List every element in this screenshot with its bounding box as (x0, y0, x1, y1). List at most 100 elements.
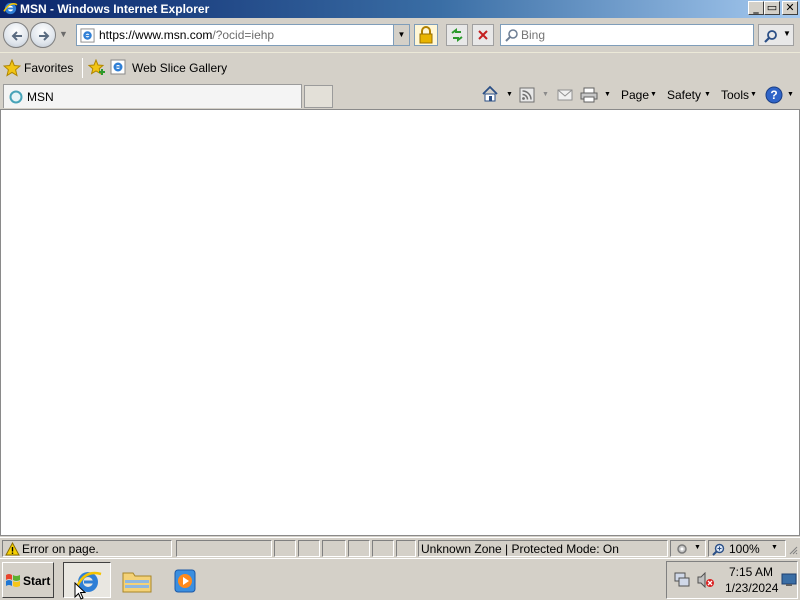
search-box[interactable] (500, 24, 754, 46)
safety-menu-button[interactable]: Safety ▼ (666, 85, 714, 105)
network-icon[interactable] (673, 572, 691, 588)
printer-icon (580, 87, 598, 103)
back-button[interactable] (3, 22, 29, 48)
url-domain: www.msn.com (135, 28, 213, 42)
add-to-favorites-bar-icon[interactable] (88, 59, 106, 77)
forward-button[interactable] (30, 22, 56, 48)
web-slice-page-icon (110, 59, 126, 75)
status-panel (274, 540, 296, 557)
recent-pages-dropdown-icon[interactable]: ▼ (59, 29, 68, 39)
favorites-bar: Favorites Web Slice Gallery (0, 52, 800, 82)
navigation-bar: ▼ https://www.msn.com/?ocid=iehp ▼ Bing … (0, 18, 800, 52)
tab-row: MSN ▼ ▼ ▼ Page ▼ Safety ▼ Tools ▼ ? ▼ (0, 82, 800, 109)
safety-dropdown-icon: ▼ (704, 91, 711, 98)
search-options-dropdown-icon[interactable]: ▼ (783, 29, 791, 38)
folder-icon (122, 572, 152, 593)
url-path: /?ocid=iehp (212, 28, 275, 42)
tools-dropdown-icon: ▼ (750, 91, 757, 98)
print-dropdown-icon[interactable]: ▼ (604, 91, 611, 98)
title-bar[interactable]: MSN - Windows Internet Explorer _ ▭ ✕ (0, 0, 800, 18)
favorites-separator (82, 58, 83, 78)
home-button[interactable]: ▼ (481, 85, 515, 105)
help-icon: ? (765, 86, 783, 104)
security-zone-panel[interactable]: Unknown Zone | Protected Mode: On (418, 540, 668, 557)
page-menu-label: Page (621, 88, 650, 102)
home-icon (482, 85, 498, 102)
clock-date[interactable]: 1/23/2024 (725, 581, 778, 595)
help-button[interactable]: ? ▼ (764, 85, 798, 105)
close-button[interactable]: ✕ (782, 1, 798, 15)
rss-feed-icon (519, 87, 535, 103)
settings-gear-icon (677, 544, 687, 554)
tools-menu-label: Tools (721, 88, 750, 102)
page-dropdown-icon: ▼ (650, 91, 657, 98)
tab-label: MSN (27, 90, 54, 104)
help-dropdown-icon[interactable]: ▼ (787, 91, 794, 98)
refresh-button[interactable] (446, 24, 468, 46)
page-content-area[interactable] (0, 109, 800, 536)
warning-icon (5, 542, 20, 556)
favorites-label: Favorites (24, 61, 74, 75)
protected-mode-settings-button[interactable]: ▼ (670, 540, 706, 557)
search-button[interactable]: ▼ (758, 24, 794, 46)
svg-text:?: ? (770, 88, 777, 102)
error-on-page-indicator[interactable]: Error on page. (2, 540, 172, 557)
window-title: MSN - Windows Internet Explorer (20, 2, 210, 16)
zoom-level-button[interactable]: 100% ▼ (708, 540, 786, 557)
clock-time[interactable]: 7:15 AM (729, 565, 773, 579)
status-panel (298, 540, 320, 557)
stop-icon (478, 30, 488, 40)
status-progress-panel (176, 540, 272, 557)
zoom-icon (712, 543, 725, 556)
stop-button[interactable] (472, 24, 494, 46)
tools-menu-button[interactable]: Tools ▼ (720, 85, 760, 105)
windows-flag-icon (6, 574, 20, 587)
status-bar: Error on page. Unknown Zone | Protected … (0, 537, 800, 558)
zoom-level-text: 100% (729, 542, 760, 556)
volume-muted-icon[interactable] (697, 572, 715, 588)
search-provider-icon (505, 29, 518, 42)
ie-window: MSN - Windows Internet Explorer _ ▭ ✕ ▼ … (0, 0, 800, 600)
start-button[interactable]: Start (2, 562, 54, 598)
zone-text: Unknown Zone | Protected Mode: On (421, 542, 619, 556)
feeds-button[interactable]: ▼ (518, 85, 552, 105)
status-panel (396, 540, 416, 557)
url-scheme: https:// (99, 28, 136, 42)
new-tab-button[interactable] (304, 85, 333, 108)
system-tray: 7:15 AM 1/23/2024 (666, 561, 798, 599)
error-text: Error on page. (22, 542, 99, 556)
forward-arrow-icon (39, 31, 50, 41)
minimize-button[interactable]: _ (748, 1, 764, 15)
resize-grip-icon[interactable] (788, 544, 798, 556)
status-panel (372, 540, 394, 557)
taskbar-windows-explorer-button[interactable] (116, 562, 160, 598)
address-bar[interactable]: https://www.msn.com/?ocid=iehp ▼ (76, 24, 410, 46)
address-dropdown-button[interactable]: ▼ (393, 25, 409, 45)
print-button[interactable]: ▼ (580, 85, 614, 105)
show-desktop-icon[interactable] (781, 572, 797, 588)
refresh-icon (451, 28, 463, 42)
mail-icon (557, 89, 573, 101)
home-dropdown-icon[interactable]: ▼ (506, 91, 513, 98)
favorites-star-icon (3, 59, 21, 77)
page-menu-button[interactable]: Page ▼ (620, 85, 660, 105)
search-input[interactable] (521, 27, 749, 43)
feeds-dropdown-icon[interactable]: ▼ (542, 91, 549, 98)
web-slice-gallery-label: Web Slice Gallery (132, 61, 228, 75)
back-arrow-icon (11, 31, 22, 41)
lock-icon (419, 26, 433, 44)
url-text[interactable]: https://www.msn.com/?ocid=iehp (99, 28, 274, 42)
search-icon (764, 30, 777, 43)
status-panel (322, 540, 346, 557)
mouse-cursor-icon (74, 582, 86, 600)
media-player-icon (174, 569, 196, 593)
taskbar-media-player-button[interactable] (166, 562, 206, 598)
security-lock-button[interactable] (414, 24, 438, 46)
zoom-dropdown-icon: ▼ (771, 544, 778, 551)
safety-menu-label: Safety (667, 88, 702, 102)
taskbar-internet-explorer-button[interactable] (63, 562, 111, 598)
read-mail-button[interactable] (556, 85, 576, 105)
loading-tab-icon (9, 90, 23, 104)
tab-msn[interactable]: MSN (3, 84, 302, 108)
maximize-button[interactable]: ▭ (764, 1, 780, 15)
